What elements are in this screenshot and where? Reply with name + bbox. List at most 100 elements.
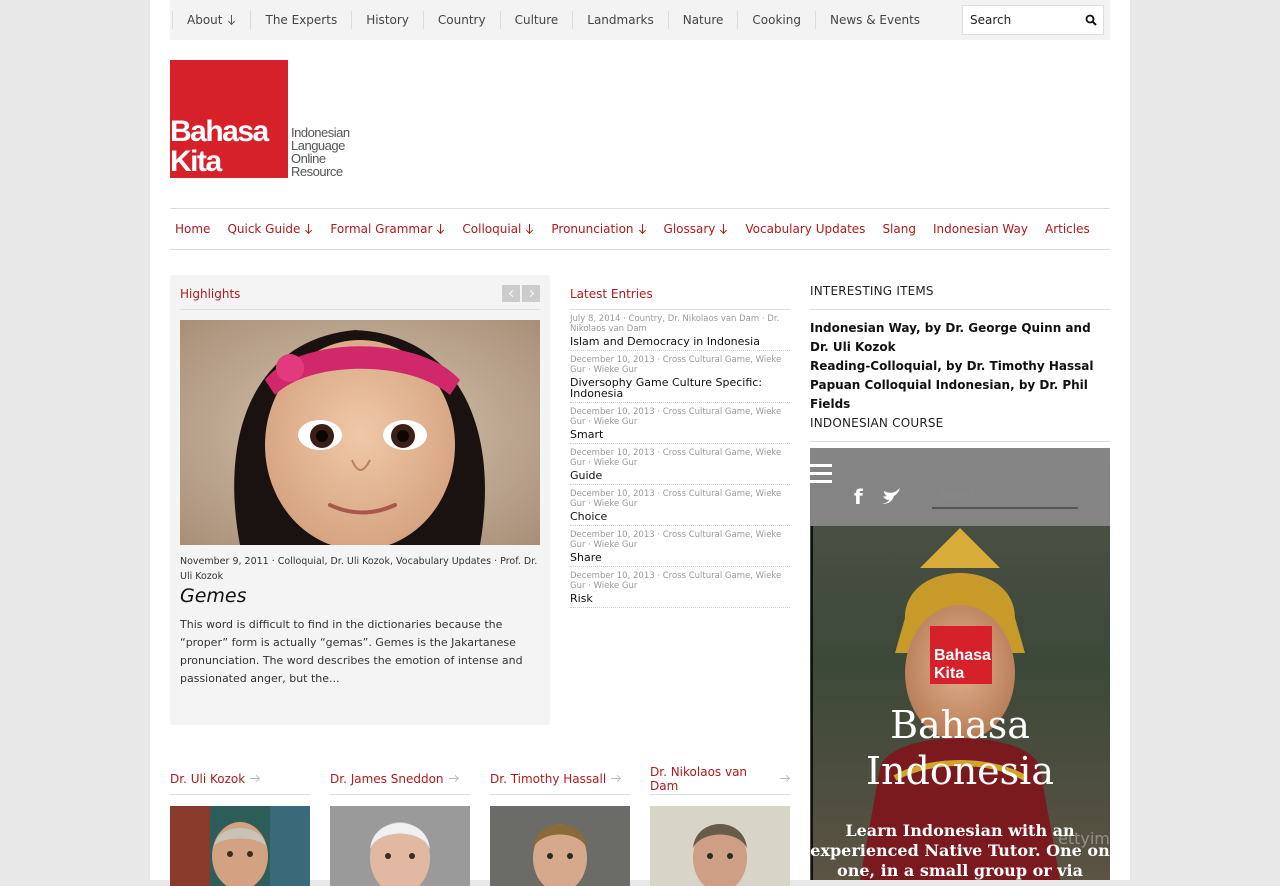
- topnav-item-news-events[interactable]: News & Events: [815, 11, 934, 29]
- arrow-right-icon: [250, 775, 260, 783]
- latest-entries: Latest Entries July 8, 2014 · Country, D…: [570, 275, 790, 608]
- entry-title[interactable]: Guide: [570, 470, 790, 481]
- interesting-link[interactable]: Indonesian Way, by Dr. George Quinn and …: [810, 319, 1110, 357]
- expert-heading[interactable]: Dr. Nikolaos van Dam: [650, 765, 790, 795]
- topnav-item-country[interactable]: Country: [422, 11, 500, 29]
- topnav-label: Nature: [682, 13, 724, 27]
- mainnav-item-home[interactable]: Home: [170, 222, 210, 236]
- arrow-right-icon: [780, 775, 790, 783]
- ad-headline-bahasa: Bahasa: [890, 703, 1030, 747]
- topnav-item-history[interactable]: History: [351, 11, 423, 29]
- mainnav-item-slang[interactable]: Slang: [877, 222, 916, 236]
- mainnav-item-formal-grammar[interactable]: Formal Grammar: [325, 222, 445, 236]
- mainnav-item-articles[interactable]: Articles: [1040, 222, 1090, 236]
- expert-heading[interactable]: Dr. Uli Kozok: [170, 767, 310, 795]
- mainnav-item-indonesian-way[interactable]: Indonesian Way: [928, 222, 1028, 236]
- entry-title[interactable]: Smart: [570, 429, 790, 440]
- chevron-down-icon: [305, 224, 313, 234]
- entry-meta: December 10, 2013 · Cross Cultural Game,…: [570, 530, 782, 550]
- mainnav-label: Articles: [1044, 222, 1090, 236]
- expert-photo[interactable]: [330, 806, 470, 886]
- mainnav-label: Quick Guide: [227, 222, 301, 236]
- arrow-right-icon: [448, 775, 459, 783]
- expert-photo[interactable]: [170, 806, 310, 886]
- mainnav-label: Vocabulary Updates: [745, 222, 866, 236]
- highlight-headline[interactable]: Gemes: [180, 585, 247, 607]
- logo-word-bahasa: Bahasa: [170, 115, 269, 148]
- latest-entries-title: Latest Entries: [570, 275, 790, 310]
- arrow-right-icon: [611, 775, 621, 783]
- chevron-down-icon: [526, 224, 534, 234]
- ad-search-placeholder: Search ...: [940, 488, 992, 501]
- entry-title[interactable]: Diversophy Game Culture Specific: Indone…: [570, 377, 790, 399]
- topnav-item-about[interactable]: About: [172, 11, 250, 29]
- search-icon[interactable]: [1085, 14, 1097, 26]
- ad-headline-indonesia: Indonesia: [866, 749, 1054, 793]
- mainnav-label: Home: [175, 222, 211, 236]
- site-logo[interactable]: Bahasa Kita Indonesian Language Online R…: [170, 60, 370, 180]
- highlights-title: Highlights: [180, 287, 241, 301]
- topnav-item-cooking[interactable]: Cooking: [737, 11, 815, 29]
- highlight-photo-girl[interactable]: [180, 320, 540, 545]
- topnav-item-landmarks[interactable]: Landmarks: [572, 11, 667, 29]
- mainnav-label: Slang: [882, 222, 916, 236]
- page: About The Experts History Country Cultur…: [150, 0, 1130, 886]
- chevron-down-icon: [639, 224, 647, 234]
- entry-title[interactable]: Risk: [570, 593, 790, 604]
- interesting-items-title: INTERESTING ITEMS: [810, 275, 1110, 310]
- expert-name: Dr. Uli Kozok: [170, 771, 246, 786]
- entry-meta: December 10, 2013 · Cross Cultural Game,…: [570, 571, 782, 591]
- mainnav-label: Pronunciation: [551, 222, 634, 236]
- list-item: December 10, 2013 · Cross Cultural Game,…: [570, 444, 790, 485]
- logo-tagline: Indonesian Language Online Resource: [291, 126, 350, 178]
- expert-photo[interactable]: [650, 806, 790, 886]
- entry-title[interactable]: Choice: [570, 511, 790, 522]
- topnav-item-nature[interactable]: Nature: [667, 11, 738, 29]
- topnav-label: About: [187, 13, 223, 27]
- ad-watermark: ettyima: [1058, 829, 1110, 848]
- expert-card: Dr. Uli Kozok: [170, 767, 310, 886]
- chevron-down-icon: [228, 15, 236, 25]
- list-item: December 10, 2013 · Cross Cultural Game,…: [570, 526, 790, 567]
- entry-meta: December 10, 2013 · Cross Cultural Game,…: [570, 489, 782, 509]
- mainnav-item-vocabulary-updates[interactable]: Vocabulary Updates: [740, 222, 865, 236]
- hamburger-menu-icon[interactable]: [810, 464, 832, 483]
- entry-title[interactable]: Share: [570, 552, 790, 563]
- expert-card: Dr. Timothy Hassall: [490, 767, 630, 886]
- ad-blurb-line: Learn Indonesian with an: [845, 821, 1075, 840]
- topnav-label: The Experts: [265, 13, 338, 27]
- topnav-label: Cooking: [752, 13, 801, 27]
- entry-meta: July 8, 2014 · Country, Dr. Nikolaos van…: [570, 314, 780, 334]
- indonesian-course-ad[interactable]: f Search ... Bahasa Kita Bahasa Indonesi…: [810, 448, 1110, 880]
- facebook-icon[interactable]: f: [854, 485, 863, 509]
- mainnav-item-glossary[interactable]: Glossary: [659, 222, 729, 236]
- entry-meta: December 10, 2013 · Cross Cultural Game,…: [570, 355, 782, 375]
- search-input[interactable]: [963, 6, 1073, 34]
- chevron-right-icon[interactable]: [522, 285, 540, 302]
- interesting-link[interactable]: Reading-Colloquial, by Dr. Timothy Hassa…: [810, 357, 1110, 376]
- expert-heading[interactable]: Dr. James Sneddon: [330, 767, 470, 795]
- chevron-left-icon[interactable]: [502, 285, 520, 302]
- expert-heading[interactable]: Dr. Timothy Hassall: [490, 767, 630, 795]
- topnav-label: History: [366, 13, 409, 27]
- mainnav-item-quick-guide[interactable]: Quick Guide: [222, 222, 313, 236]
- mainnav-item-pronunciation[interactable]: Pronunciation: [546, 222, 646, 236]
- main-navigation: Home Quick Guide Formal Grammar Colloqui…: [170, 208, 1110, 250]
- topnav-label: Landmarks: [587, 13, 654, 27]
- entry-title[interactable]: Islam and Democracy in Indonesia: [570, 336, 790, 347]
- ad-blurb-line: one, in a small group or via: [837, 861, 1083, 880]
- topnav-item-culture[interactable]: Culture: [499, 11, 573, 29]
- highlight-excerpt: This word is difficult to find in the di…: [180, 618, 523, 685]
- expert-photo[interactable]: [490, 806, 630, 886]
- top-navigation: About The Experts History Country Cultur…: [170, 0, 1110, 40]
- highlights-arrows: [502, 285, 540, 302]
- list-item: December 10, 2013 · Cross Cultural Game,…: [570, 351, 790, 403]
- expert-name: Dr. Timothy Hassall: [490, 771, 607, 786]
- ad-logo-word-bahasa: Bahasa: [934, 647, 991, 664]
- interesting-items-list: Indonesian Way, by Dr. George Quinn and …: [810, 310, 1110, 414]
- topnav-item-the-experts[interactable]: The Experts: [250, 11, 351, 29]
- list-item: December 10, 2013 · Cross Cultural Game,…: [570, 567, 790, 608]
- mainnav-item-colloquial[interactable]: Colloquial: [457, 222, 534, 236]
- mainnav-label: Colloquial: [462, 222, 522, 236]
- highlights-header: Highlights: [180, 285, 540, 310]
